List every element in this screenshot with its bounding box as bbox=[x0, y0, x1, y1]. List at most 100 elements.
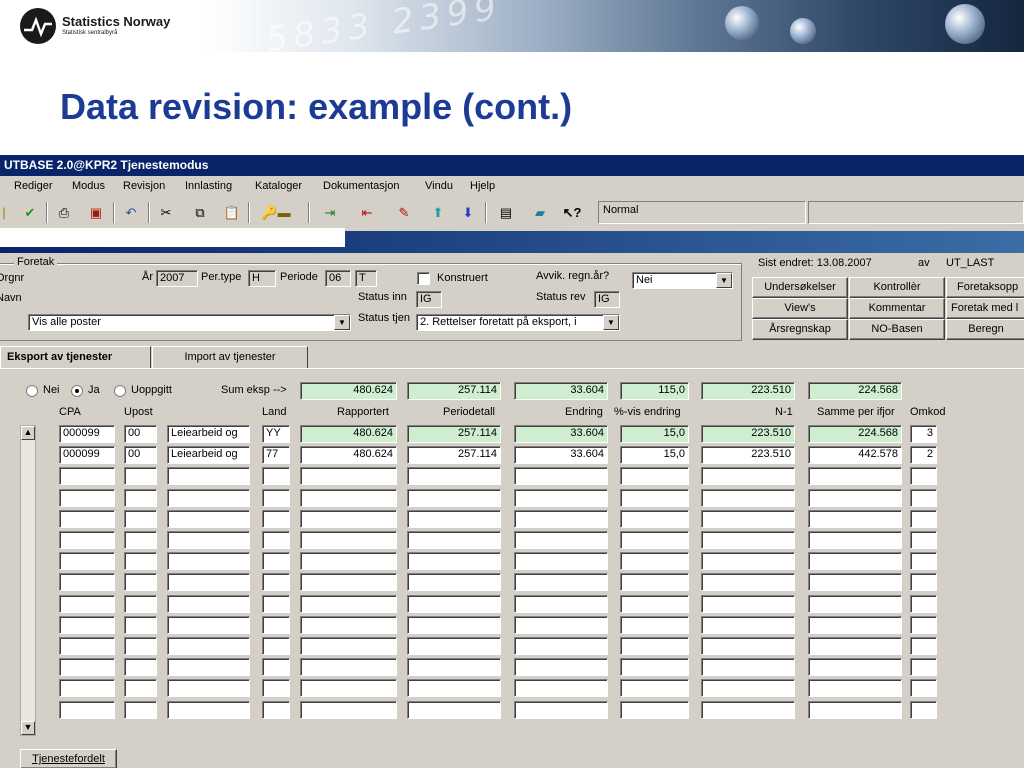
grid-cell-upost[interactable] bbox=[124, 679, 157, 697]
undersokelser-button[interactable]: Undersøkelser bbox=[752, 277, 848, 298]
grid-cell-periodetall[interactable] bbox=[407, 616, 501, 634]
status-inn-field[interactable]: IG bbox=[416, 291, 442, 308]
grid-cell-omkod[interactable] bbox=[910, 658, 937, 676]
grid-cell-omkod[interactable] bbox=[910, 679, 937, 697]
grid-cell-omkod[interactable] bbox=[910, 467, 937, 485]
grid-cell-cpa[interactable] bbox=[59, 637, 115, 655]
grid-cell-cpa[interactable] bbox=[59, 510, 115, 528]
grid-cell-endring[interactable] bbox=[514, 595, 608, 613]
grid-cell-n1[interactable] bbox=[701, 573, 795, 591]
grid-cell-periodetall[interactable] bbox=[407, 510, 501, 528]
grid-cell-land[interactable] bbox=[262, 531, 290, 549]
grid-cell-periodetall[interactable] bbox=[407, 552, 501, 570]
grid-cell-upost[interactable] bbox=[124, 467, 157, 485]
grid-cell-rapportert[interactable] bbox=[300, 637, 397, 655]
grid-cell-upost[interactable] bbox=[124, 637, 157, 655]
grid-cell-endring[interactable] bbox=[514, 573, 608, 591]
grid-cell-desc[interactable] bbox=[167, 552, 250, 570]
grid-cell-land[interactable] bbox=[262, 701, 290, 719]
grid-cell-upost[interactable] bbox=[124, 658, 157, 676]
grid-cell-periodetall[interactable] bbox=[407, 573, 501, 591]
grid-cell-pct[interactable] bbox=[620, 658, 689, 676]
scroll-down-arrow-icon[interactable]: ▼ bbox=[21, 721, 35, 735]
grid-cell-omkod[interactable] bbox=[910, 637, 937, 655]
grid-cell-rapportert[interactable] bbox=[300, 679, 397, 697]
search-key-icon[interactable]: 🔑▬ bbox=[256, 201, 296, 224]
grid-cell-samme[interactable] bbox=[808, 573, 902, 591]
grid-cell-rapportert[interactable] bbox=[300, 510, 397, 528]
scroll-up-arrow-icon[interactable]: ▲ bbox=[21, 426, 35, 440]
no-basen-button[interactable]: NO-Basen bbox=[849, 319, 945, 340]
grid-cell-desc[interactable]: Leiearbeid og bbox=[167, 425, 250, 443]
grid-cell-endring[interactable] bbox=[514, 616, 608, 634]
tab-eksport[interactable]: Eksport av tjenester bbox=[0, 346, 151, 368]
grid-cell-periodetall[interactable] bbox=[407, 489, 501, 507]
window-titlebar[interactable]: UTBASE 2.0@KPR2 Tjenestemodus bbox=[0, 155, 1024, 176]
grid-cell-samme[interactable]: 442.578 bbox=[808, 446, 902, 464]
grid-cell-omkod[interactable] bbox=[910, 489, 937, 507]
grid-cell-n1[interactable] bbox=[701, 701, 795, 719]
grid-cell-omkod[interactable] bbox=[910, 595, 937, 613]
grid-cell-samme[interactable] bbox=[808, 701, 902, 719]
grid-cell-desc[interactable] bbox=[167, 595, 250, 613]
clear-icon[interactable]: ✎ bbox=[392, 201, 416, 224]
menu-revisjon[interactable]: Revisjon bbox=[123, 180, 165, 192]
grid-cell-periodetall[interactable] bbox=[407, 531, 501, 549]
grid-cell-periodetall[interactable] bbox=[407, 595, 501, 613]
arrow-up-icon[interactable]: ⬆ bbox=[426, 201, 450, 224]
radio-ja[interactable] bbox=[71, 385, 83, 397]
grid-cell-pct[interactable] bbox=[620, 552, 689, 570]
grid-cell-endring[interactable]: 33.604 bbox=[514, 425, 608, 443]
grid-cell-endring[interactable] bbox=[514, 637, 608, 655]
grid-cell-land[interactable] bbox=[262, 637, 290, 655]
grid-cell-periodetall[interactable]: 257.114 bbox=[407, 425, 501, 443]
radio-nei[interactable] bbox=[26, 385, 38, 397]
beregn-button[interactable]: Beregn bbox=[946, 319, 1024, 340]
print-preview-icon[interactable]: ▣ bbox=[84, 201, 108, 224]
grid-cell-cpa[interactable] bbox=[59, 701, 115, 719]
grid-cell-desc[interactable] bbox=[167, 658, 250, 676]
grid-cell-omkod[interactable] bbox=[910, 552, 937, 570]
grid-cell-rapportert[interactable]: 480.624 bbox=[300, 425, 397, 443]
grid-cell-upost[interactable] bbox=[124, 595, 157, 613]
arsregnskap-button[interactable]: Årsregnskap bbox=[752, 319, 848, 340]
chevron-down-icon[interactable]: ▼ bbox=[716, 273, 732, 288]
grid-cell-desc[interactable] bbox=[167, 679, 250, 697]
grid-cell-upost[interactable] bbox=[124, 510, 157, 528]
grid-cell-desc[interactable] bbox=[167, 701, 250, 719]
grid-cell-n1[interactable] bbox=[701, 595, 795, 613]
grid-cell-pct[interactable]: 15,0 bbox=[620, 425, 689, 443]
grid-cell-n1[interactable] bbox=[701, 467, 795, 485]
print-icon[interactable]: ⎙ bbox=[52, 201, 76, 224]
grid-cell-pct[interactable] bbox=[620, 531, 689, 549]
grid-cell-endring[interactable]: 33.604 bbox=[514, 446, 608, 464]
grid-cell-endring[interactable] bbox=[514, 701, 608, 719]
paste-icon[interactable]: 📋 bbox=[220, 201, 244, 224]
foretak-med-button[interactable]: Foretak med l bbox=[946, 298, 1024, 319]
grid-cell-cpa[interactable]: 000099 bbox=[59, 425, 115, 443]
grid-cell-desc[interactable] bbox=[167, 637, 250, 655]
grid-cell-desc[interactable] bbox=[167, 531, 250, 549]
grid-cell-rapportert[interactable] bbox=[300, 467, 397, 485]
grid-cell-desc[interactable] bbox=[167, 489, 250, 507]
grid-cell-endring[interactable] bbox=[514, 552, 608, 570]
grid-cell-samme[interactable] bbox=[808, 552, 902, 570]
grid-cell-land[interactable]: YY bbox=[262, 425, 290, 443]
radio-uoppgitt[interactable] bbox=[114, 385, 126, 397]
grid-cell-desc[interactable]: Leiearbeid og bbox=[167, 446, 250, 464]
grid-cell-periodetall[interactable]: 257.114 bbox=[407, 446, 501, 464]
grid-cell-upost[interactable] bbox=[124, 701, 157, 719]
grid-cell-rapportert[interactable] bbox=[300, 552, 397, 570]
grid-cell-rapportert[interactable] bbox=[300, 616, 397, 634]
grid-scrollbar[interactable]: ▲ ▼ bbox=[20, 425, 36, 736]
grid-cell-omkod[interactable] bbox=[910, 701, 937, 719]
grid-cell-upost[interactable] bbox=[124, 573, 157, 591]
grid-cell-rapportert[interactable] bbox=[300, 489, 397, 507]
grid-cell-cpa[interactable] bbox=[59, 658, 115, 676]
grid-cell-land[interactable]: 77 bbox=[262, 446, 290, 464]
grid-cell-samme[interactable] bbox=[808, 658, 902, 676]
copy-icon[interactable]: ⧉ bbox=[188, 201, 212, 224]
grid-cell-upost[interactable] bbox=[124, 616, 157, 634]
avvik-select[interactable]: Nei ▼ bbox=[632, 272, 733, 289]
foretaksopp-button[interactable]: Foretaksopp bbox=[946, 277, 1024, 298]
